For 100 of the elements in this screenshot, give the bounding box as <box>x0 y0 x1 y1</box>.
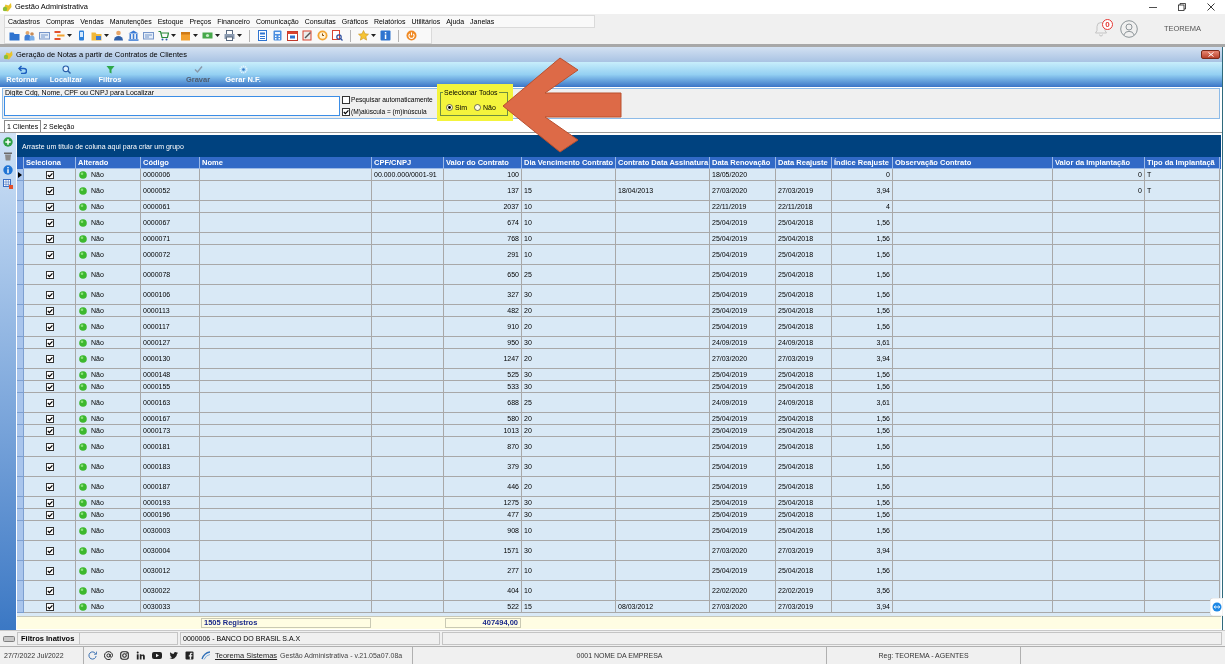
bank-icon[interactable] <box>128 30 139 41</box>
people-icon[interactable] <box>24 30 35 41</box>
checkbox[interactable] <box>45 218 54 227</box>
caret-icon[interactable] <box>171 34 176 37</box>
youtube-icon[interactable] <box>152 651 162 660</box>
card-icon[interactable] <box>39 30 50 41</box>
checkbox[interactable] <box>45 546 54 555</box>
restore-icon[interactable] <box>1177 3 1186 11</box>
swoosh-logo-icon <box>201 651 210 660</box>
table-cell <box>372 305 444 317</box>
instagram-icon[interactable] <box>120 651 129 660</box>
table-cell <box>372 265 444 285</box>
caret-icon[interactable] <box>215 34 220 37</box>
star-icon[interactable] <box>358 30 369 41</box>
at-sign-icon[interactable] <box>104 651 113 660</box>
checkbox[interactable] <box>45 426 54 435</box>
search-field[interactable] <box>4 96 340 116</box>
radio-button[interactable] <box>474 104 482 111</box>
folder-icon[interactable] <box>9 30 20 41</box>
checkbox[interactable] <box>45 270 54 279</box>
document-edit-icon[interactable] <box>302 30 313 41</box>
checkbox[interactable] <box>45 498 54 507</box>
person-icon[interactable] <box>113 30 124 41</box>
search-icon <box>61 65 71 74</box>
double-arrow-icon[interactable] <box>1210 598 1223 616</box>
info-icon[interactable] <box>3 165 13 175</box>
table-cell <box>372 181 444 201</box>
user-icon[interactable] <box>1119 20 1138 38</box>
checkbox[interactable] <box>45 202 54 211</box>
checkbox[interactable] <box>45 602 54 611</box>
search-document-icon[interactable] <box>332 30 343 41</box>
checkbox[interactable] <box>45 586 54 595</box>
checkbox[interactable] <box>45 250 54 259</box>
caret-icon[interactable] <box>193 34 198 37</box>
trash-icon[interactable] <box>3 151 13 161</box>
checkbox[interactable] <box>45 354 54 363</box>
folder-icon[interactable] <box>91 30 102 41</box>
add-icon[interactable] <box>3 137 13 147</box>
document-icon[interactable] <box>257 30 268 41</box>
status-dot-icon <box>79 526 87 535</box>
caret-icon[interactable] <box>104 34 109 37</box>
checkbox[interactable] <box>45 462 54 471</box>
checkbox[interactable] <box>45 170 54 179</box>
checkbox[interactable] <box>45 482 54 491</box>
status-dot-icon <box>79 442 87 451</box>
status-dot-icon <box>79 290 87 299</box>
facebook-icon[interactable] <box>185 651 194 660</box>
clock-icon[interactable] <box>317 30 328 41</box>
calendar-icon[interactable] <box>287 30 298 41</box>
status-dot-icon <box>79 382 87 391</box>
radio-button[interactable] <box>446 104 453 111</box>
table-cell <box>372 413 444 425</box>
status-dot-icon <box>79 322 87 331</box>
table-cell <box>372 337 444 349</box>
checkbox[interactable] <box>45 510 54 519</box>
twitter-icon[interactable] <box>169 651 178 660</box>
status-dot-icon <box>79 398 87 407</box>
table-cell <box>372 581 444 601</box>
table-cell <box>372 381 444 393</box>
checkbox[interactable] <box>45 398 54 407</box>
close-button[interactable] <box>1201 50 1220 59</box>
phone-icon[interactable] <box>76 30 87 41</box>
table-cell <box>372 245 444 265</box>
checkbox[interactable] <box>45 566 54 575</box>
table-cell <box>776 169 832 181</box>
calculator-icon[interactable] <box>272 30 283 41</box>
status-dot-icon <box>79 338 87 347</box>
caret-icon[interactable] <box>67 34 72 37</box>
notification-badge: 0 <box>1101 19 1113 30</box>
caret-icon[interactable] <box>371 34 376 37</box>
status-dot-icon <box>79 498 87 507</box>
checkbox[interactable] <box>45 382 54 391</box>
checkbox[interactable] <box>45 186 54 195</box>
linkedin-icon[interactable] <box>136 651 145 660</box>
cart-icon[interactable] <box>158 30 169 41</box>
checkbox[interactable] <box>45 442 54 451</box>
checkbox[interactable] <box>45 414 54 423</box>
status-dot-icon <box>79 270 87 279</box>
printer-icon[interactable] <box>224 30 235 41</box>
list-icon[interactable] <box>54 30 65 41</box>
caret-icon[interactable] <box>237 34 242 37</box>
checkbox[interactable] <box>45 306 54 315</box>
current-row-icon <box>18 171 22 178</box>
info-icon[interactable] <box>380 30 391 41</box>
card-icon[interactable] <box>143 30 154 41</box>
refresh-icon[interactable] <box>88 651 97 660</box>
table-cell <box>372 201 444 213</box>
checkbox[interactable] <box>45 526 54 535</box>
checkbox[interactable] <box>45 322 54 331</box>
checkbox[interactable] <box>342 96 350 104</box>
grid-icon[interactable] <box>3 179 13 189</box>
bell-icon[interactable] <box>1093 21 1108 37</box>
checkbox[interactable] <box>45 290 54 299</box>
status-dot-icon <box>79 482 87 491</box>
checkbox[interactable] <box>45 234 54 243</box>
checkbox[interactable] <box>342 108 350 116</box>
close-icon[interactable] <box>1206 3 1215 11</box>
checkbox[interactable] <box>45 338 54 347</box>
checkbox[interactable] <box>45 370 54 379</box>
keyboard-icon <box>3 635 15 642</box>
